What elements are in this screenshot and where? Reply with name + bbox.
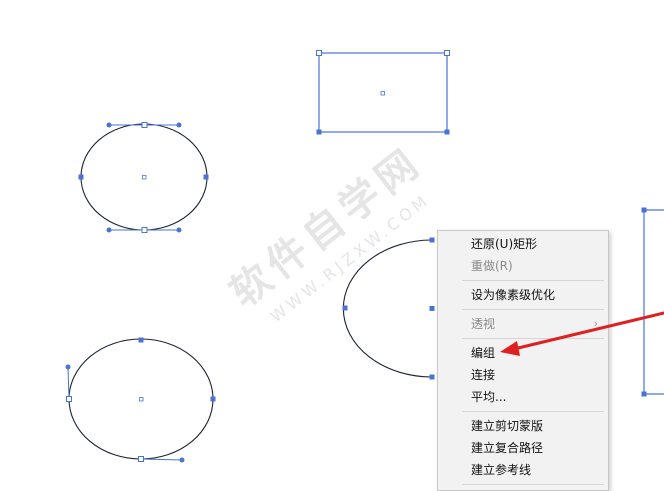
menu-item-undo-rectangle[interactable]: 还原(U)矩形 [471, 234, 537, 254]
menu-separator [462, 338, 604, 339]
context-menu: 还原(U)矩形 重做(R) 设为像素级优化 透视 › 编组 连接 平均... 建… [437, 230, 609, 491]
menu-item-make-guides[interactable]: 建立参考线 [471, 460, 531, 480]
menu-separator [462, 411, 604, 412]
menu-item-make-clipping-mask[interactable]: 建立剪切蒙版 [471, 416, 543, 436]
selected-ellipse-bottom-left[interactable] [65, 337, 216, 463]
selected-rectangle-right-edge[interactable] [641, 207, 664, 397]
menu-item-average[interactable]: 平均... [471, 387, 506, 407]
menu-item-redo[interactable]: 重做(R) [471, 256, 513, 276]
menu-separator [462, 309, 604, 310]
menu-item-join[interactable]: 连接 [471, 365, 495, 385]
menu-separator [462, 484, 604, 485]
submenu-arrow-icon: › [593, 317, 598, 330]
selected-ellipse-top-left[interactable] [78, 122, 209, 233]
menu-item-perspective-label: 透视 [471, 317, 496, 331]
selected-ellipse-center[interactable] [342, 237, 435, 380]
menu-separator [462, 280, 604, 281]
menu-item-pixel-perfect[interactable]: 设为像素级优化 [471, 285, 555, 305]
menu-item-group[interactable]: 编组 [471, 343, 495, 363]
menu-item-make-compound-path[interactable]: 建立复合路径 [471, 438, 543, 458]
menu-item-perspective[interactable]: 透视 [471, 314, 608, 334]
selected-rectangle-top[interactable] [316, 50, 450, 135]
